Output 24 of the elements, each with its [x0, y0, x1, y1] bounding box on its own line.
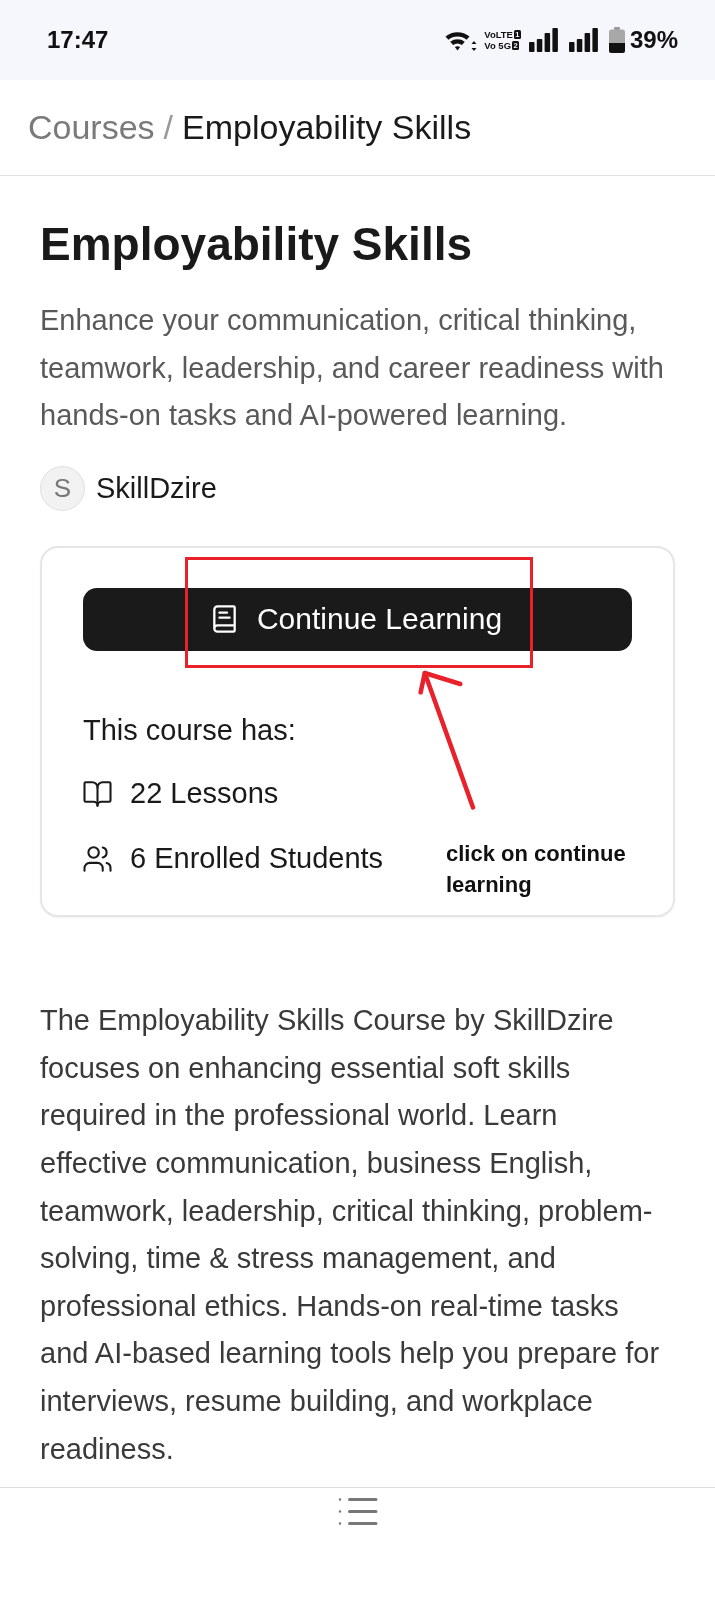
- course-description: Enhance your communication, critical thinking, teamwork, leadership, and career readiness with hands-on tasks and AI-powered learning.: [40, 303, 665, 434]
- course-about-text: The Employability Skills Course by SkillDzire focuses on enhancing essential soft skills required in the professional world. Learn effective communication, business English, teamwork, leadership, critical thinking, problem-solving, time & stress management, and professional ethics. Hands-on real-time tasks and AI-based learning tools help you prepare for interviews, resume building, and workplace readiness.: [40, 1003, 661, 1467]
- breadcrumb-separator: /: [163, 107, 174, 148]
- breadcrumb-link[interactable]: Courses: [28, 107, 155, 148]
- network-label: Vo 5G: [484, 40, 512, 51]
- signal-icon: [528, 28, 558, 52]
- battery-percentage: 39%: [629, 26, 678, 54]
- feature-label: 22 Lessons: [130, 776, 279, 812]
- course-title: Employability Skills: [40, 217, 474, 272]
- card-heading: This course has:: [83, 712, 297, 748]
- battery-icon: [608, 27, 625, 53]
- list-icon[interactable]: [337, 1497, 378, 1526]
- feature-label: 6 Enrolled Students: [130, 840, 384, 876]
- author-name: SkillDzire: [96, 471, 217, 505]
- signal-icon: [568, 28, 598, 52]
- book-icon: [212, 605, 236, 634]
- continue-learning-button[interactable]: Continue Learning: [83, 587, 632, 651]
- users-icon: [83, 845, 112, 872]
- open-book-icon: [83, 781, 112, 808]
- network-label: VoLTE: [484, 29, 513, 40]
- breadcrumb-current: Employability Skills: [182, 107, 472, 148]
- annotation-note: click on continue learning: [446, 839, 627, 899]
- status-time: 17:47: [47, 26, 109, 54]
- author-avatar: S: [40, 465, 85, 511]
